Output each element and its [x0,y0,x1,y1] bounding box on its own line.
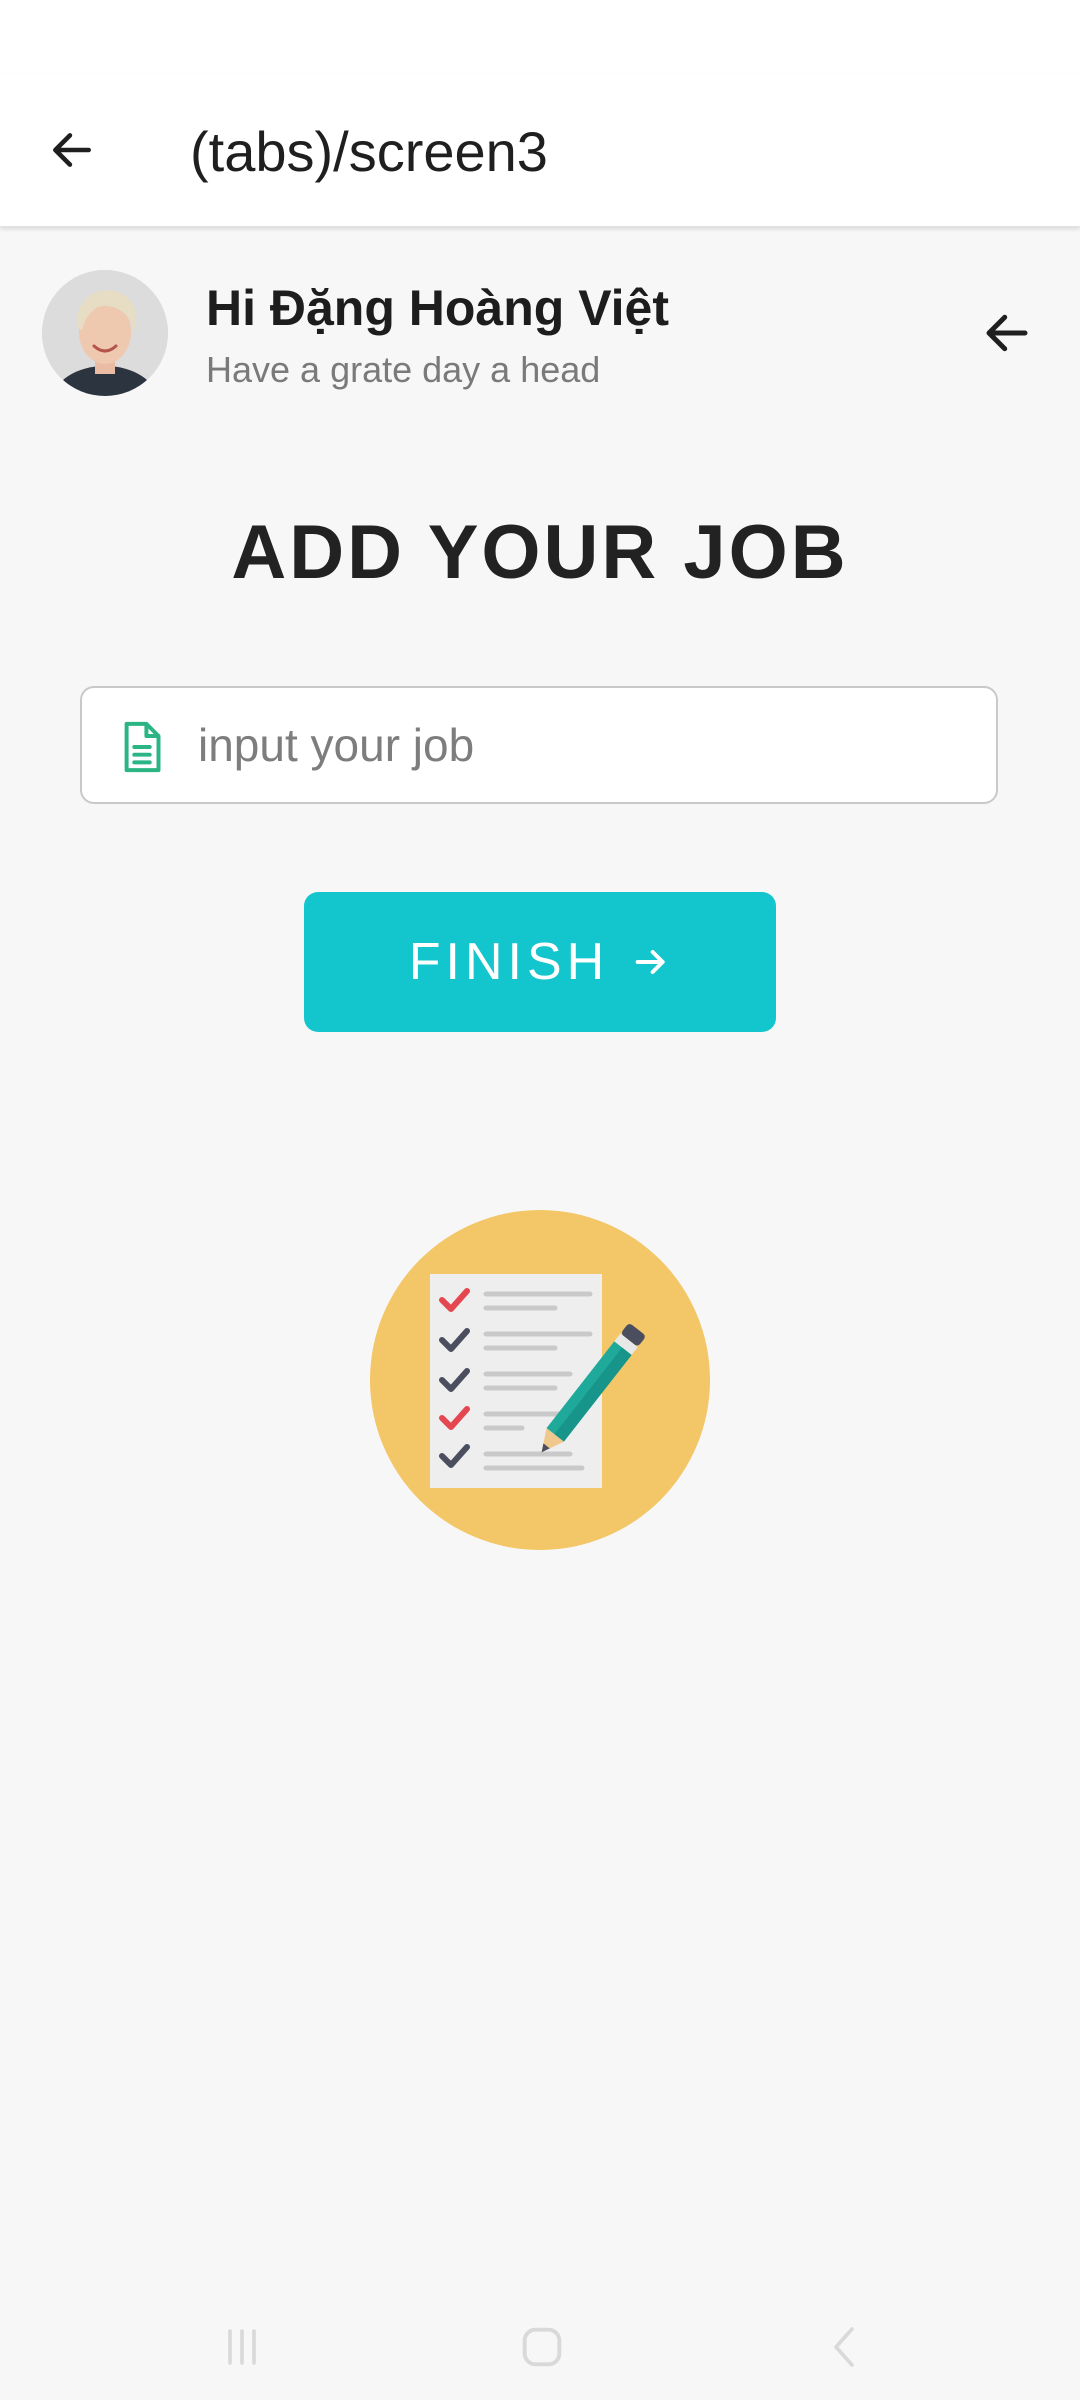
user-avatar-image [42,270,168,396]
avatar[interactable] [42,270,168,396]
job-input[interactable] [198,688,978,802]
page-heading: ADD YOUR JOB [231,510,849,595]
app-header: (tabs)/screen3 [0,74,1080,227]
checklist-pencil-icon [370,1210,710,1550]
profile-section: Hi Đặng Hoàng Việt Have a grate day a he… [0,226,1080,406]
greeting-text: Hi Đặng Hoàng Việt [206,280,670,336]
home-icon [522,2327,562,2367]
status-bar [0,0,1080,74]
arrow-left-icon [986,314,1028,352]
header-title: (tabs)/screen3 [190,120,548,183]
profile-back-button[interactable] [970,296,1044,370]
file-text-icon [124,721,161,773]
greeting-subtitle: Have a grate day a head [206,349,601,390]
finish-button-label: FINISH [408,933,610,991]
system-back-button[interactable] [796,2310,896,2384]
finish-button[interactable]: FINISH [304,892,776,1032]
arrow-left-icon [53,133,91,167]
header-back-button[interactable] [40,118,104,182]
checklist-illustration [370,1210,710,1550]
recents-button[interactable] [192,2310,292,2384]
home-button[interactable] [492,2310,592,2384]
system-nav-bar [0,2290,1080,2400]
recents-icon [228,2329,256,2365]
job-input-container [80,686,998,804]
back-chevron-icon [834,2327,854,2367]
arrow-right-icon [635,950,665,974]
